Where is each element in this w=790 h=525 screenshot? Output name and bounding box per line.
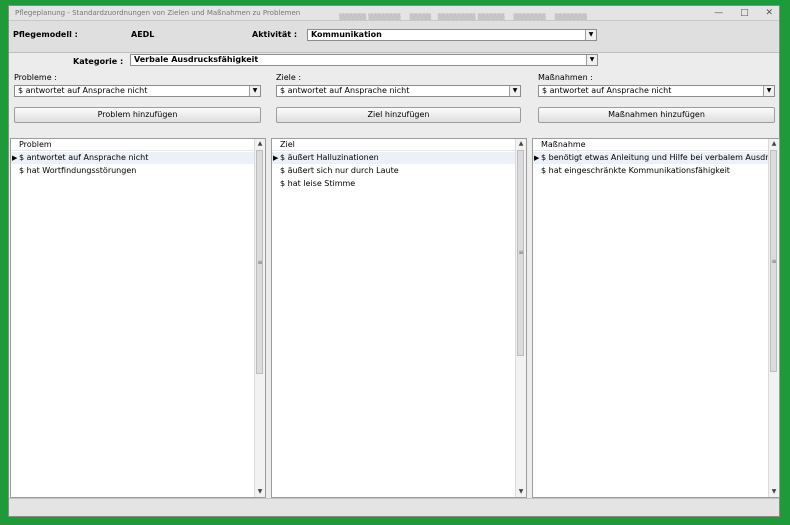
goals-select[interactable]: $ antwortet auf Ansprache nicht ▼ — [276, 85, 521, 97]
list-item[interactable]: ▶ $ äußert Halluzinationen — [272, 152, 516, 164]
scroll-up-icon[interactable]: ▲ — [255, 139, 265, 149]
model-label: Pflegemodell : — [13, 30, 78, 39]
measures-label: Maßnahmen : — [538, 73, 593, 82]
add-problem-button[interactable]: Problem hinzufügen — [14, 107, 261, 123]
row-pointer-icon: ▶ — [12, 154, 18, 162]
category-select[interactable]: Verbale Ausdrucksfähigkeit ▼ — [130, 54, 598, 66]
scroll-up-icon[interactable]: ▲ — [769, 139, 779, 149]
chevron-down-icon[interactable]: ▼ — [509, 86, 520, 96]
scroll-down-icon[interactable]: ▼ — [255, 487, 265, 497]
chevron-down-icon[interactable]: ▼ — [763, 86, 774, 96]
main-window: Pflegeplanung - Standardzuordnungen von … — [8, 5, 780, 517]
minimize-icon[interactable]: — — [714, 8, 723, 18]
list-item-label: $ benötigt etwas Anleitung und Hilfe bei… — [541, 153, 780, 162]
scroll-up-icon[interactable]: ▲ — [516, 139, 526, 149]
list-item-label: $ antwortet auf Ansprache nicht — [19, 153, 149, 162]
status-bar — [9, 498, 779, 516]
grip-icon: ≡ — [257, 259, 263, 266]
category-select-value: Verbale Ausdrucksfähigkeit — [134, 55, 259, 64]
list-item[interactable]: ▶ $ benötigt etwas Anleitung und Hilfe b… — [533, 152, 779, 164]
list-item-label: $ äußert Halluzinationen — [280, 153, 379, 162]
scroll-down-icon[interactable]: ▼ — [769, 487, 779, 497]
chevron-down-icon[interactable]: ▼ — [249, 86, 260, 96]
category-label: Kategorie : — [73, 57, 124, 66]
list-item[interactable]: $ hat Wortfindungsstörungen — [11, 165, 255, 177]
chevron-down-icon[interactable]: ▼ — [585, 30, 596, 40]
row-pointer-icon: ▶ — [534, 154, 540, 162]
list-item-label: $ äußert sich nur durch Laute — [280, 166, 399, 175]
model-value: AEDL — [131, 30, 155, 39]
add-measure-button[interactable]: Maßnahmen hinzufügen — [538, 107, 775, 123]
activity-select-value: Kommunikation — [311, 30, 382, 39]
list-item[interactable]: $ äußert sich nur durch Laute — [272, 165, 516, 177]
grip-icon: ≡ — [771, 258, 777, 265]
list-item[interactable]: ▶ $ antwortet auf Ansprache nicht — [11, 152, 255, 164]
goal-list-header: Ziel — [272, 139, 516, 151]
problems-select-value: $ antwortet auf Ansprache nicht — [18, 86, 148, 95]
grip-icon: ≡ — [518, 249, 524, 256]
problems-label: Probleme : — [14, 73, 57, 82]
list-item-label: $ hat leise Stimme — [280, 179, 356, 188]
measure-list[interactable]: Maßnahme ▶ $ benötigt etwas Anleitung un… — [532, 138, 780, 498]
list-item-label: $ hat eingeschränkte Kommunikationsfähig… — [541, 166, 730, 175]
problems-select[interactable]: $ antwortet auf Ansprache nicht ▼ — [14, 85, 261, 97]
problem-list-header: Problem — [11, 139, 255, 151]
close-icon[interactable]: ✕ — [765, 8, 773, 18]
chevron-down-icon[interactable]: ▼ — [586, 55, 597, 65]
measures-select-value: $ antwortet auf Ansprache nicht — [542, 86, 672, 95]
measures-select[interactable]: $ antwortet auf Ansprache nicht ▼ — [538, 85, 775, 97]
goals-label: Ziele : — [276, 73, 302, 82]
problem-list-scrollbar[interactable]: ▲ ≡ ▼ — [254, 139, 265, 497]
measure-list-scrollbar[interactable]: ▲ ≡ ▼ — [768, 139, 779, 497]
goal-list-scrollbar[interactable]: ▲ ≡ ▼ — [515, 139, 526, 497]
scroll-down-icon[interactable]: ▼ — [516, 487, 526, 497]
list-item[interactable]: $ hat eingeschränkte Kommunikationsfähig… — [533, 165, 769, 177]
list-item-label: $ hat Wortfindungsstörungen — [19, 166, 137, 175]
measure-list-header: Maßnahme — [533, 139, 769, 151]
list-item[interactable]: $ hat leise Stimme — [272, 178, 516, 190]
window-controls: — □ ✕ — [700, 6, 773, 20]
row-pointer-icon: ▶ — [273, 154, 279, 162]
model-bar: Pflegemodell : AEDL Aktivität : Kommunik… — [9, 21, 779, 53]
activity-label: Aktivität : — [252, 30, 298, 39]
maximize-icon[interactable]: □ — [740, 8, 749, 18]
activity-select[interactable]: Kommunikation ▼ — [307, 29, 597, 41]
add-goal-button[interactable]: Ziel hinzufügen — [276, 107, 521, 123]
window-title: Pflegeplanung - Standardzuordnungen von … — [15, 9, 301, 17]
goal-list[interactable]: Ziel ▶ $ äußert Halluzinationen $ äußert… — [271, 138, 527, 498]
title-bar: Pflegeplanung - Standardzuordnungen von … — [9, 6, 779, 21]
problem-list[interactable]: Problem ▶ $ antwortet auf Ansprache nich… — [10, 138, 266, 498]
goals-select-value: $ antwortet auf Ansprache nicht — [280, 86, 410, 95]
title-blur: ▒▒▒▒▒ ▒▒▒▒▒▒ ▒▒▒▒ ▒▒▒▒▒▒▒ ▒▒▒▒▒ ▒▒▒▒▒▒ ▒… — [339, 14, 588, 21]
